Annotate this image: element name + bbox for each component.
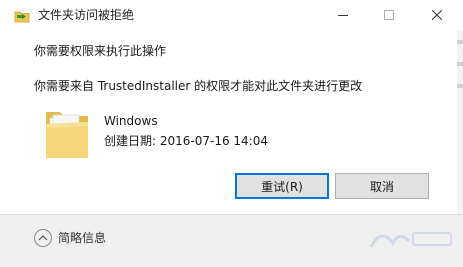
folder-access-denied-dialog: 文件夹访问被拒绝 你需要权限来执行此操作 你需要来自 TrustedInstal… xyxy=(0,0,463,267)
details-footer: 简略信息 xyxy=(0,214,463,267)
cancel-button[interactable]: 取消 xyxy=(335,173,429,199)
folder-shield-icon xyxy=(14,8,30,23)
background-window-edge xyxy=(448,30,463,214)
folder-icon xyxy=(44,104,90,160)
fewer-details-label[interactable]: 简略信息 xyxy=(58,230,106,246)
minimize-icon xyxy=(338,15,348,16)
collapse-details-button[interactable] xyxy=(34,229,52,247)
watermark-logo xyxy=(367,225,455,253)
trustedinstaller-message: 你需要来自 TrustedInstaller 的权限才能对此文件夹进行更改 xyxy=(34,79,363,93)
maximize-button[interactable] xyxy=(366,0,412,30)
folder-name: Windows xyxy=(104,114,158,128)
minimize-button[interactable] xyxy=(320,0,366,30)
close-icon xyxy=(432,10,442,20)
chevron-up-icon xyxy=(38,235,48,241)
close-button[interactable] xyxy=(414,0,460,30)
retry-button[interactable]: 重试(R) xyxy=(235,173,329,199)
title-bar[interactable]: 文件夹访问被拒绝 xyxy=(0,0,463,30)
permission-message: 你需要权限来执行此操作 xyxy=(34,44,167,58)
folder-created-date: 创建日期: 2016-07-16 14:04 xyxy=(104,134,268,148)
window-title: 文件夹访问被拒绝 xyxy=(38,8,135,22)
maximize-icon xyxy=(384,10,394,20)
